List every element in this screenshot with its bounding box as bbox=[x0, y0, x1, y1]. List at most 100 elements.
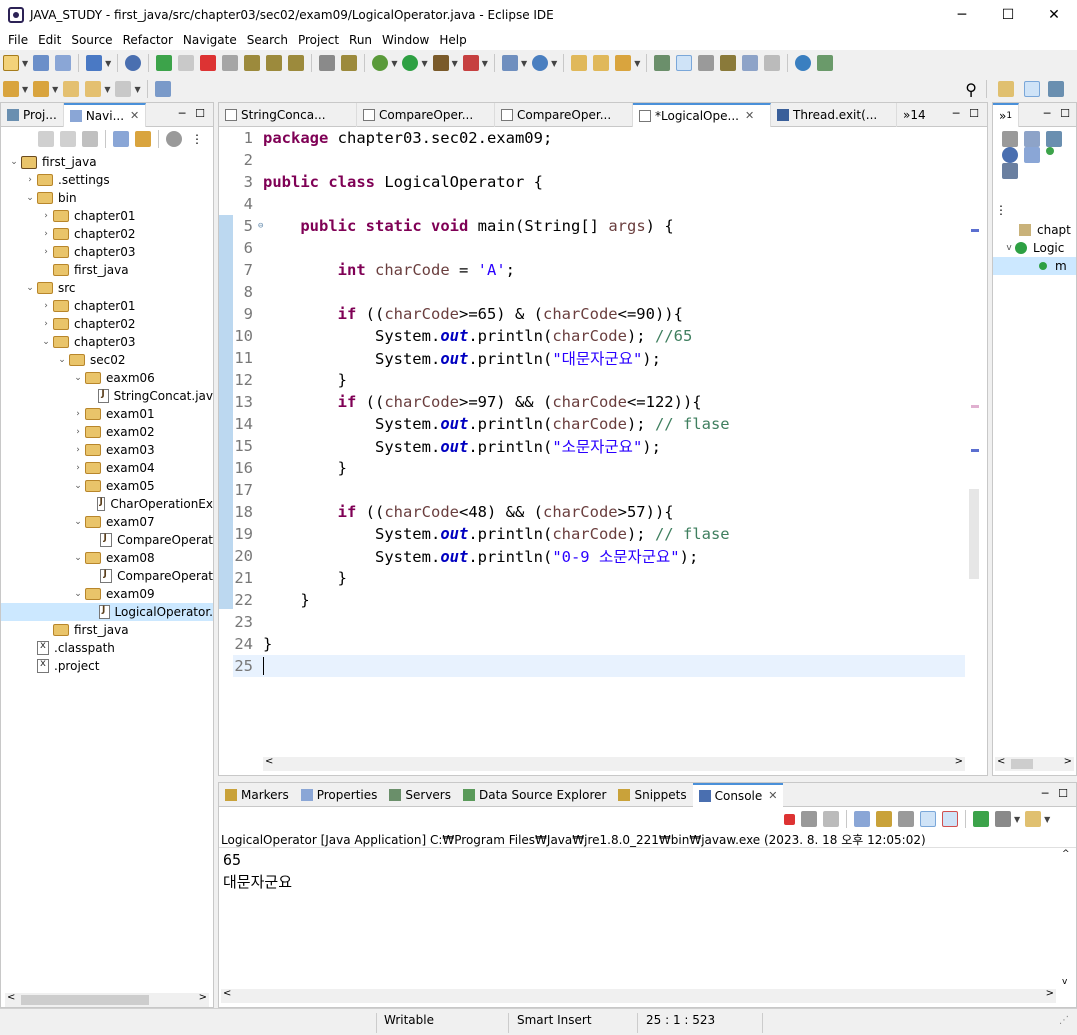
tree-item[interactable]: ⌄ exam09 bbox=[1, 585, 213, 603]
editor-hscrollbar[interactable]: < > bbox=[263, 756, 965, 771]
code-line[interactable]: 20 System.out.println("0-9 소문자군요"); bbox=[233, 545, 965, 567]
menu-help[interactable]: Help bbox=[439, 33, 466, 47]
chevron-down-icon[interactable]: ⌄ bbox=[55, 355, 69, 365]
coverage-icon[interactable] bbox=[432, 55, 449, 71]
toggle-annotation-icon[interactable] bbox=[654, 55, 671, 71]
code-line[interactable]: 9 if ((charCode>=65) & (charCode<=90)){ bbox=[233, 303, 965, 325]
resume-icon[interactable] bbox=[156, 55, 173, 71]
menu-source[interactable]: Source bbox=[71, 33, 112, 47]
menu-refactor[interactable]: Refactor bbox=[123, 33, 173, 47]
tree-item[interactable]: ⌄ first_java bbox=[1, 153, 213, 171]
menu-navigate[interactable]: Navigate bbox=[183, 33, 237, 47]
maximize-button[interactable]: ☐ bbox=[985, 0, 1031, 30]
chevron-right-icon[interactable]: › bbox=[71, 427, 85, 437]
use-step-filters-icon[interactable] bbox=[319, 55, 336, 71]
terminal-icon[interactable] bbox=[86, 55, 103, 71]
pin-console-icon[interactable] bbox=[973, 811, 989, 827]
tree-item[interactable]: first_java bbox=[1, 261, 213, 279]
scroll-right-icon[interactable]: > bbox=[955, 756, 963, 767]
code-line[interactable]: 8 bbox=[233, 281, 965, 303]
console-vscrollbar[interactable]: ^ v bbox=[1060, 849, 1072, 987]
tab-servers[interactable]: Servers bbox=[383, 783, 457, 807]
close-button[interactable]: ✕ bbox=[1031, 0, 1077, 30]
tab-markers[interactable]: Markers bbox=[219, 783, 295, 807]
show-whitespace-icon[interactable] bbox=[764, 55, 781, 71]
editor-tab[interactable]: CompareOper... bbox=[495, 102, 633, 127]
dropdown-arrow-icon[interactable]: ▼ bbox=[105, 59, 111, 68]
back-icon[interactable] bbox=[85, 81, 102, 97]
clear-console-icon[interactable] bbox=[854, 811, 870, 827]
tree-item[interactable]: › exam02 bbox=[1, 423, 213, 441]
step-into-icon[interactable] bbox=[244, 55, 261, 71]
menu-edit[interactable]: Edit bbox=[38, 33, 61, 47]
chevron-down-icon[interactable]: ⌄ bbox=[71, 589, 85, 599]
minimize-editor-icon[interactable]: ─ bbox=[947, 107, 965, 120]
scroll-down-icon[interactable]: v bbox=[1062, 977, 1067, 987]
collapse-all-icon[interactable] bbox=[113, 131, 129, 147]
dropdown-arrow-icon[interactable]: ▼ bbox=[22, 59, 28, 68]
scroll-left-icon[interactable]: < bbox=[997, 756, 1005, 767]
console-hscrollbar[interactable]: < > bbox=[221, 988, 1056, 1003]
view-menu-icon[interactable]: ⋮ bbox=[995, 203, 1007, 217]
code-line[interactable]: 4 bbox=[233, 193, 965, 215]
tree-item[interactable]: LogicalOperator. bbox=[1, 603, 213, 621]
code-line[interactable]: 15 System.out.println("소문자군요"); bbox=[233, 435, 965, 457]
tab-properties[interactable]: Properties bbox=[295, 783, 384, 807]
occurrence-marker[interactable] bbox=[971, 405, 979, 408]
scroll-left-icon[interactable]: < bbox=[223, 988, 231, 999]
tree-item[interactable]: › chapter02 bbox=[1, 315, 213, 333]
next-annotation-icon[interactable] bbox=[3, 81, 19, 97]
minimize-console-icon[interactable]: ─ bbox=[1036, 787, 1054, 800]
tab-data-source-explorer[interactable]: Data Source Explorer bbox=[457, 783, 612, 807]
dropdown-arrow-icon[interactable]: ▼ bbox=[391, 59, 397, 68]
chevron-right-icon[interactable]: › bbox=[39, 229, 53, 239]
tree-item[interactable]: › exam01 bbox=[1, 405, 213, 423]
chevron-down-icon[interactable]: ⌄ bbox=[71, 553, 85, 563]
debug-icon[interactable] bbox=[372, 55, 389, 71]
disconnect-icon[interactable] bbox=[222, 55, 239, 71]
editor-tab[interactable]: CompareOper... bbox=[357, 102, 495, 127]
tree-item[interactable]: › .settings bbox=[1, 171, 213, 189]
code-line[interactable]: 25 bbox=[233, 655, 965, 677]
scroll-thumb[interactable] bbox=[21, 995, 149, 1005]
drop-to-frame-icon[interactable] bbox=[341, 55, 358, 71]
close-tab-icon[interactable]: ✕ bbox=[130, 109, 139, 122]
code-line[interactable]: 22 } bbox=[233, 589, 965, 611]
outline-hscrollbar[interactable]: < > bbox=[995, 756, 1074, 771]
sort-icon[interactable] bbox=[1024, 131, 1040, 147]
code-line[interactable]: 16 } bbox=[233, 457, 965, 479]
occurrence-marker[interactable] bbox=[971, 449, 979, 452]
tree-item[interactable]: ⌄ eaxm06 bbox=[1, 369, 213, 387]
tree-item[interactable]: › chapter01 bbox=[1, 297, 213, 315]
code-line[interactable]: 3 public class LogicalOperator { bbox=[233, 171, 965, 193]
terminate-icon[interactable] bbox=[784, 813, 795, 825]
chevron-right-icon[interactable]: › bbox=[39, 301, 53, 311]
menu-search[interactable]: Search bbox=[247, 33, 288, 47]
dropdown-arrow-icon[interactable]: ▼ bbox=[1044, 815, 1050, 824]
hide-local-types-icon[interactable] bbox=[1002, 163, 1018, 179]
chevron-right-icon[interactable]: › bbox=[71, 463, 85, 473]
more-tabs-button[interactable]: »14 bbox=[897, 103, 932, 127]
scroll-right-icon[interactable]: > bbox=[1046, 988, 1054, 999]
tree-item[interactable]: › chapter02 bbox=[1, 225, 213, 243]
show-stderr-icon[interactable] bbox=[942, 811, 958, 827]
maximize-editor-icon[interactable]: ☐ bbox=[965, 107, 983, 120]
step-over-icon[interactable] bbox=[266, 55, 283, 71]
tree-item[interactable]: › exam03 bbox=[1, 441, 213, 459]
tab-outline[interactable]: » 1 bbox=[993, 102, 1020, 127]
external-tools-icon[interactable] bbox=[462, 55, 479, 71]
chevron-right-icon[interactable]: › bbox=[71, 445, 85, 455]
suspend-icon[interactable] bbox=[178, 55, 195, 71]
chevron-down-icon[interactable]: ⌄ bbox=[71, 481, 85, 491]
hide-static-icon[interactable] bbox=[1024, 147, 1040, 163]
back-nav-icon[interactable] bbox=[38, 131, 54, 147]
occurrence-marker[interactable] bbox=[971, 229, 979, 232]
outline-item-class[interactable]: v Logic bbox=[993, 239, 1076, 257]
dropdown-arrow-icon[interactable]: ▼ bbox=[104, 85, 110, 94]
dropdown-arrow-icon[interactable]: ▼ bbox=[1014, 815, 1020, 824]
forward-icon[interactable] bbox=[115, 81, 132, 97]
tree-item[interactable]: ⌄ chapter03 bbox=[1, 333, 213, 351]
menu-file[interactable]: File bbox=[8, 33, 28, 47]
tab-console[interactable]: Console ✕ bbox=[692, 782, 784, 807]
tree-item[interactable]: ⌄ exam05 bbox=[1, 477, 213, 495]
